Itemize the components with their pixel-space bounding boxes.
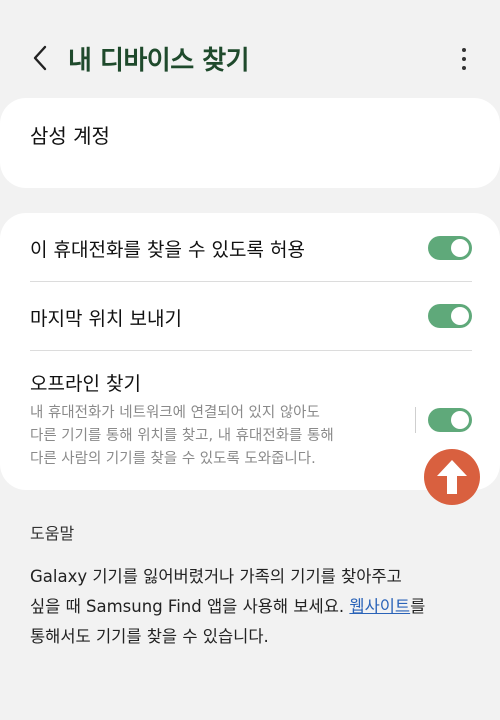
last-location-toggle[interactable] [428, 304, 472, 328]
page-title: 내 디바이스 찾기 [68, 46, 250, 76]
account-title: 삼성 계정 [30, 124, 110, 148]
offline-find-toggle[interactable] [428, 408, 472, 432]
more-options-button[interactable] [452, 42, 476, 76]
allow-find-row[interactable]: 이 휴대전화를 찾을 수 있도록 허용 [30, 232, 472, 266]
back-arrow-icon [33, 45, 47, 71]
help-title: 도움말 [30, 524, 75, 543]
last-location-row[interactable]: 마지막 위치 보내기 [30, 302, 472, 336]
help-text: Galaxy 기기를 잃어버렸거나 가족의 기기를 찾아주고 싶을 때 Sams… [30, 567, 426, 646]
offline-find-description: 내 휴대전화가 네트워크에 연결되어 있지 않아도 다른 기기를 통해 위치를 … [30, 405, 334, 467]
allow-find-toggle[interactable] [428, 236, 472, 260]
offline-find-row[interactable]: 오프라인 찾기 [30, 368, 472, 398]
back-button[interactable] [22, 40, 58, 76]
toggle-separator [415, 407, 416, 433]
allow-find-label: 이 휴대전화를 찾을 수 있도록 허용 [30, 239, 305, 261]
account-value-redacted [20, 146, 232, 176]
last-location-label: 마지막 위치 보내기 [30, 308, 182, 330]
arrow-up-icon [437, 460, 467, 494]
divider [30, 350, 472, 351]
more-options-icon [462, 48, 466, 52]
offline-find-label: 오프라인 찾기 [30, 373, 141, 395]
website-link[interactable]: 웹사이트 [349, 597, 410, 616]
app-header: 내 디바이스 찾기 [0, 0, 500, 100]
scroll-to-top-button[interactable] [424, 449, 480, 505]
divider [30, 281, 472, 282]
